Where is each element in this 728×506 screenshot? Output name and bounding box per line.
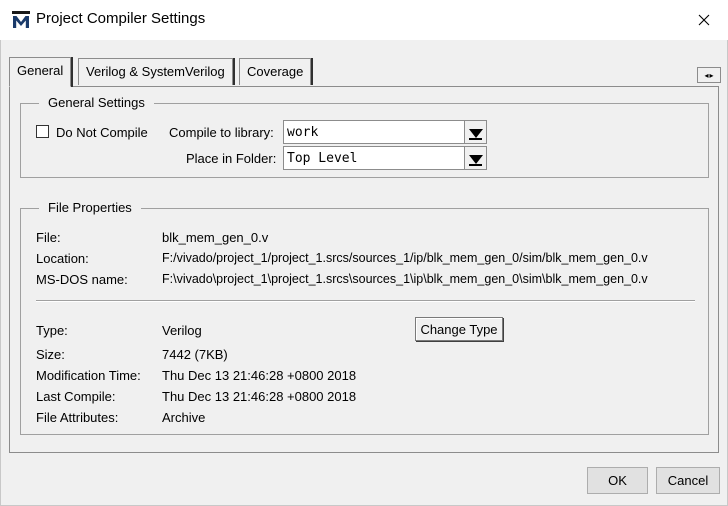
ms-dos-name-value: F:\vivado\project_1\project_1.srcs\sourc…: [162, 272, 648, 286]
tab-label: Verilog & SystemVerilog: [86, 64, 225, 79]
separator: [36, 300, 695, 302]
file-attributes-value: Archive: [162, 410, 206, 425]
window-title: Project Compiler Settings: [36, 10, 206, 27]
scroll-left-icon[interactable]: ◂: [704, 71, 708, 80]
place-in-folder-combo[interactable]: Top Level: [283, 146, 465, 170]
do-not-compile-label: Do Not Compile: [56, 125, 148, 140]
tab-scroll-buttons[interactable]: ◂ ▸: [697, 67, 721, 83]
modification-time-value: Thu Dec 13 21:46:28 +0800 2018: [162, 368, 357, 383]
ms-dos-name-label: MS-DOS name:: [36, 272, 128, 287]
combo-value: work: [287, 125, 319, 140]
size-label: Size:: [36, 347, 65, 362]
do-not-compile-checkbox[interactable]: [36, 125, 49, 138]
place-in-folder-label: Place in Folder:: [186, 151, 277, 166]
dialog-client-area: General Verilog & SystemVerilog Coverage…: [0, 40, 728, 506]
tab-label: Coverage: [247, 64, 304, 79]
tab-label: General: [17, 63, 64, 78]
dropdown-arrow-icon: [468, 154, 483, 164]
group-title: General Settings: [39, 95, 154, 110]
ok-button[interactable]: OK: [587, 467, 648, 494]
file-attributes-label: File Attributes:: [36, 410, 119, 425]
cancel-button[interactable]: Cancel: [656, 467, 720, 494]
file-label: File:: [36, 230, 61, 245]
tab-general[interactable]: General: [9, 57, 72, 87]
type-label: Type:: [36, 323, 68, 338]
general-settings-group: General Settings Do Not Compile Compile …: [20, 95, 709, 178]
tab-verilog-systemverilog[interactable]: Verilog & SystemVerilog: [78, 58, 233, 85]
tab-coverage[interactable]: Coverage: [239, 58, 312, 85]
combo-value: Top Level: [287, 151, 358, 166]
scroll-right-icon[interactable]: ▸: [710, 71, 714, 80]
button-label: OK: [608, 473, 627, 488]
location-label: Location:: [36, 251, 89, 266]
tab-panel-general: General Settings Do Not Compile Compile …: [9, 86, 719, 453]
file-properties-group: File Properties File: blk_mem_gen_0.v Lo…: [20, 200, 709, 435]
button-label: Change Type: [420, 321, 498, 337]
last-compile-label: Last Compile:: [36, 389, 116, 404]
dropdown-arrow-icon: [468, 128, 483, 138]
file-value: blk_mem_gen_0.v: [162, 230, 269, 245]
modelsim-app-icon: [12, 11, 30, 29]
close-icon: [698, 14, 710, 26]
button-label: Cancel: [667, 473, 709, 488]
last-compile-value: Thu Dec 13 21:46:28 +0800 2018: [162, 389, 357, 404]
type-value: Verilog: [162, 323, 202, 338]
compile-to-library-label: Compile to library:: [169, 125, 274, 140]
group-title: File Properties: [39, 200, 141, 215]
place-in-folder-dropdown-button[interactable]: [464, 146, 487, 170]
compile-to-library-combo[interactable]: work: [283, 120, 465, 144]
change-type-button[interactable]: Change Type: [415, 317, 503, 341]
title-bar: Project Compiler Settings: [0, 0, 728, 40]
modification-time-label: Modification Time:: [36, 368, 141, 383]
close-button[interactable]: [690, 8, 718, 32]
compile-to-library-dropdown-button[interactable]: [464, 120, 487, 144]
location-value: F:/vivado/project_1/project_1.srcs/sourc…: [162, 251, 648, 265]
size-value: 7442 (7KB): [162, 347, 228, 362]
